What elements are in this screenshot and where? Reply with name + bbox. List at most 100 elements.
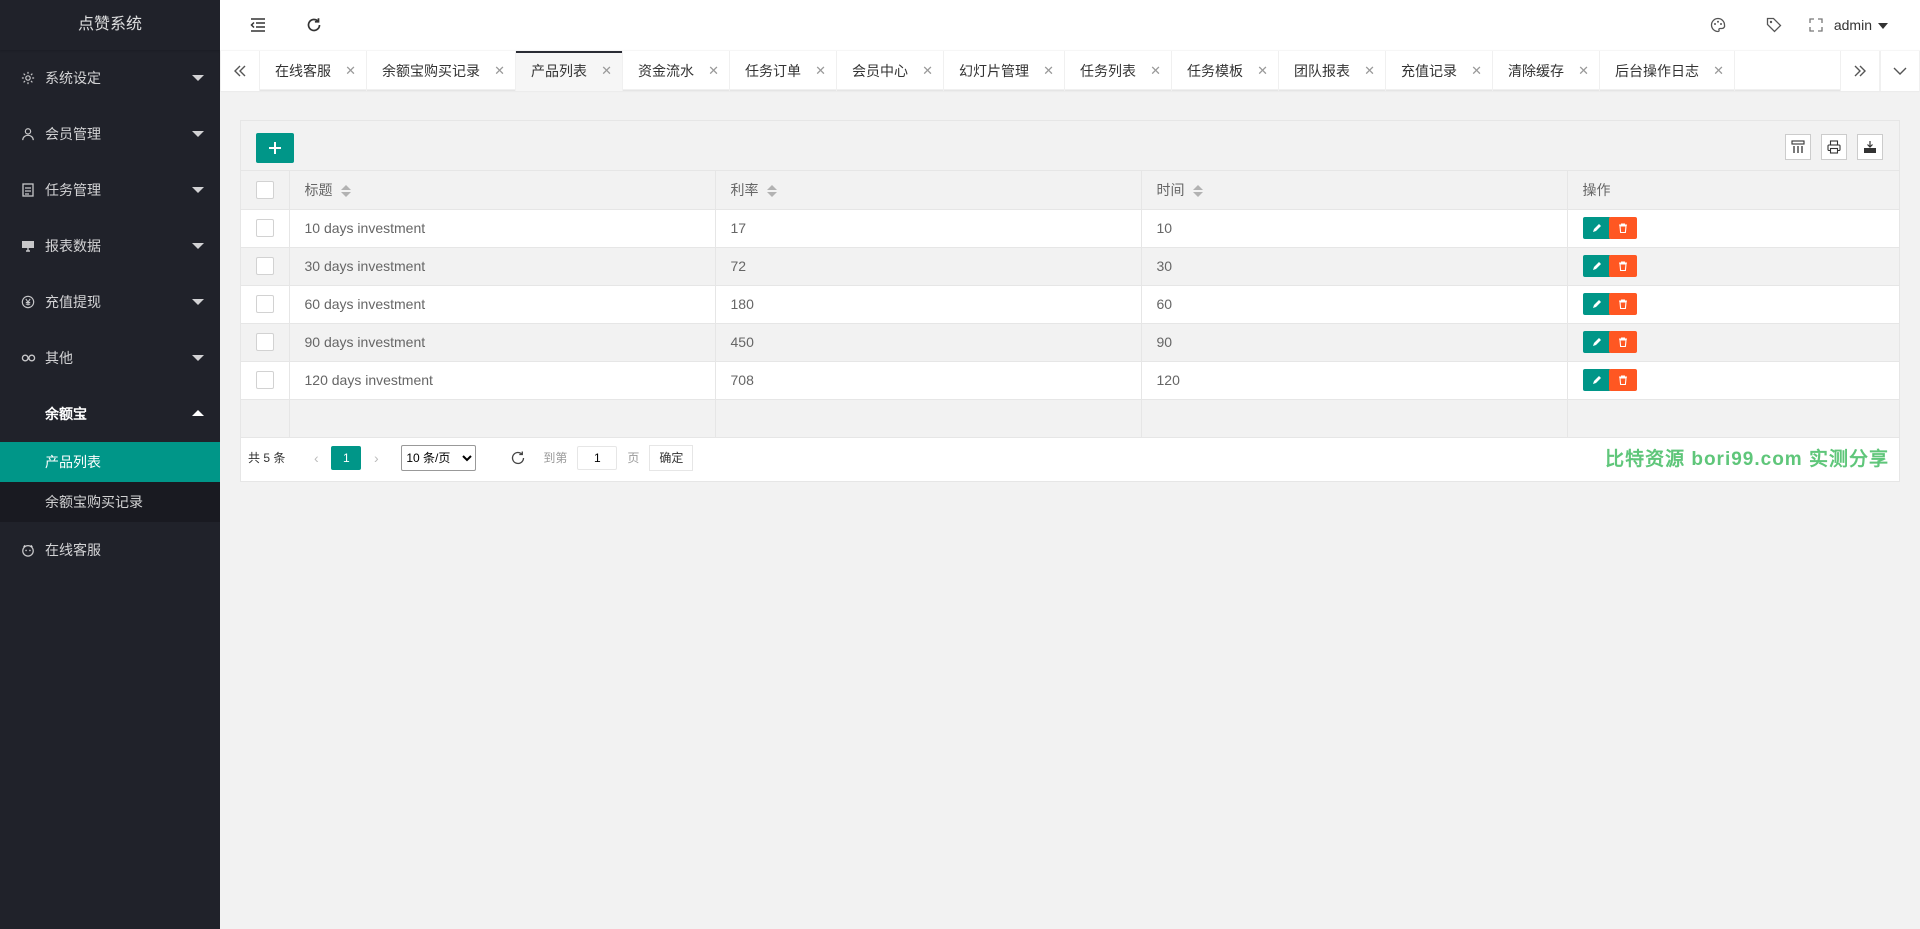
tabs-scroll-left-icon[interactable] xyxy=(220,51,260,91)
edit-button[interactable] xyxy=(1582,293,1611,315)
table-empty-row xyxy=(241,399,1899,438)
user-menu[interactable]: admin xyxy=(1834,0,1888,50)
sidebar-item-system-settings[interactable]: 系统设定 xyxy=(0,50,220,106)
tab-product-list[interactable]: 产品列表 ✕ xyxy=(516,51,623,91)
tabs-menu-chevron-down-icon[interactable] xyxy=(1880,51,1920,91)
close-icon[interactable]: ✕ xyxy=(815,51,826,91)
cell-time: 60 xyxy=(1141,285,1568,324)
close-icon[interactable]: ✕ xyxy=(345,51,356,91)
sidebar-item-report-data[interactable]: 报表数据 xyxy=(0,218,220,274)
sidebar-subitem-yuebao-purchase-records[interactable]: 余额宝购买记录 xyxy=(0,482,220,522)
tab-member-center[interactable]: 会员中心 ✕ xyxy=(837,51,944,91)
select-all-checkbox[interactable] xyxy=(255,180,274,199)
current-page-button[interactable]: 1 xyxy=(331,445,362,470)
column-header-rate[interactable]: 利率 xyxy=(715,171,1142,210)
close-icon[interactable]: ✕ xyxy=(601,51,612,91)
column-header-time[interactable]: 时间 xyxy=(1141,171,1568,210)
sidebar-item-label: 余额宝 xyxy=(45,406,87,422)
refresh-icon[interactable] xyxy=(294,0,334,50)
tab-admin-log[interactable]: 后台操作日志 ✕ xyxy=(1600,51,1735,91)
sort-icon[interactable] xyxy=(1192,184,1203,198)
delete-button[interactable] xyxy=(1608,293,1637,315)
chevron-down-icon xyxy=(192,299,204,305)
print-icon[interactable] xyxy=(1821,134,1847,160)
sidebar-item-yuebao[interactable]: 余额宝 xyxy=(0,386,220,442)
close-icon[interactable]: ✕ xyxy=(1578,51,1589,91)
close-icon[interactable]: ✕ xyxy=(1150,51,1161,91)
close-icon[interactable]: ✕ xyxy=(1364,51,1375,91)
edit-button[interactable] xyxy=(1582,369,1611,391)
next-page-icon[interactable]: › xyxy=(361,450,391,466)
fullscreen-icon[interactable] xyxy=(1796,0,1836,50)
cell-time: 30 xyxy=(1141,247,1568,286)
export-icon[interactable] xyxy=(1857,134,1883,160)
cell-rate: 708 xyxy=(715,361,1142,400)
close-icon[interactable]: ✕ xyxy=(1043,51,1054,91)
sort-icon[interactable] xyxy=(340,184,351,198)
column-header-title[interactable]: 标题 xyxy=(289,171,716,210)
tabs-scroll-right-icon[interactable] xyxy=(1840,51,1880,91)
sidebar-item-recharge-withdraw[interactable]: 充值提现 xyxy=(0,274,220,330)
cell-time: 120 xyxy=(1141,361,1568,400)
tab-label: 任务订单 xyxy=(745,63,801,79)
tab-task-list[interactable]: 任务列表 ✕ xyxy=(1065,51,1172,91)
close-icon[interactable]: ✕ xyxy=(494,51,505,91)
cell-actions xyxy=(1567,247,1899,286)
close-icon[interactable]: ✕ xyxy=(708,51,719,91)
link-icon xyxy=(20,350,36,366)
sidebar-item-other[interactable]: 其他 xyxy=(0,330,220,386)
sidebar-subitem-product-list[interactable]: 产品列表 xyxy=(0,442,220,482)
tab-slideshow-management[interactable]: 幻灯片管理 ✕ xyxy=(944,51,1065,91)
sort-icon[interactable] xyxy=(766,184,777,198)
tab-yuebao-purchase-records[interactable]: 余额宝购买记录 ✕ xyxy=(367,51,516,91)
edit-button[interactable] xyxy=(1582,217,1611,239)
row-checkbox[interactable] xyxy=(255,219,274,238)
theme-palette-icon[interactable] xyxy=(1698,0,1738,50)
pencil-icon xyxy=(1592,300,1601,308)
delete-button[interactable] xyxy=(1608,217,1637,239)
tag-icon[interactable] xyxy=(1754,0,1794,50)
tab-team-report[interactable]: 团队报表 ✕ xyxy=(1279,51,1386,91)
close-icon[interactable]: ✕ xyxy=(922,51,933,91)
row-checkbox[interactable] xyxy=(255,257,274,276)
goto-page-input[interactable] xyxy=(577,445,618,470)
page-size-select[interactable]: 10 条/页 xyxy=(401,444,477,471)
refresh-page-icon[interactable] xyxy=(508,448,528,468)
trash-icon xyxy=(1618,337,1627,347)
delete-button[interactable] xyxy=(1608,331,1637,353)
product-table: 标题 利率 时间 操作 10 days investment 17 10 30 … xyxy=(241,171,1899,438)
row-checkbox[interactable] xyxy=(255,295,274,314)
sidebar-subnav-yuebao: 产品列表 余额宝购买记录 xyxy=(0,442,220,522)
pencil-icon xyxy=(1592,338,1601,346)
tab-online-service[interactable]: 在线客服 ✕ xyxy=(260,51,367,91)
tab-clear-cache[interactable]: 清除缓存 ✕ xyxy=(1493,51,1600,91)
gear-icon xyxy=(20,70,36,86)
delete-button[interactable] xyxy=(1608,369,1637,391)
tab-task-templates[interactable]: 任务模板 ✕ xyxy=(1172,51,1279,91)
sidebar-item-task-management[interactable]: 任务管理 xyxy=(0,162,220,218)
column-filter-icon[interactable] xyxy=(1785,134,1811,160)
add-product-button[interactable] xyxy=(256,133,294,163)
tab-recharge-records[interactable]: 充值记录 ✕ xyxy=(1386,51,1493,91)
row-checkbox[interactable] xyxy=(255,333,274,352)
close-icon[interactable]: ✕ xyxy=(1257,51,1268,91)
close-icon[interactable]: ✕ xyxy=(1713,51,1724,91)
goto-confirm-button[interactable]: 确定 xyxy=(649,444,694,471)
edit-button[interactable] xyxy=(1582,255,1611,277)
tab-fund-flow[interactable]: 资金流水 ✕ xyxy=(623,51,730,91)
tab-label: 团队报表 xyxy=(1294,63,1350,79)
face-icon xyxy=(20,542,36,558)
menu-collapse-icon[interactable] xyxy=(238,0,278,50)
edit-button[interactable] xyxy=(1582,331,1611,353)
cell-actions xyxy=(1567,209,1899,248)
sidebar-item-online-service[interactable]: 在线客服 xyxy=(0,522,220,578)
pencil-icon xyxy=(1592,224,1601,232)
close-icon[interactable]: ✕ xyxy=(1471,51,1482,91)
cell-actions xyxy=(1567,361,1899,400)
prev-page-icon[interactable]: ‹ xyxy=(301,450,331,466)
delete-button[interactable] xyxy=(1608,255,1637,277)
chevron-down-icon xyxy=(192,187,204,193)
tab-task-orders[interactable]: 任务订单 ✕ xyxy=(730,51,837,91)
row-checkbox[interactable] xyxy=(255,371,274,390)
sidebar-item-member-management[interactable]: 会员管理 xyxy=(0,106,220,162)
